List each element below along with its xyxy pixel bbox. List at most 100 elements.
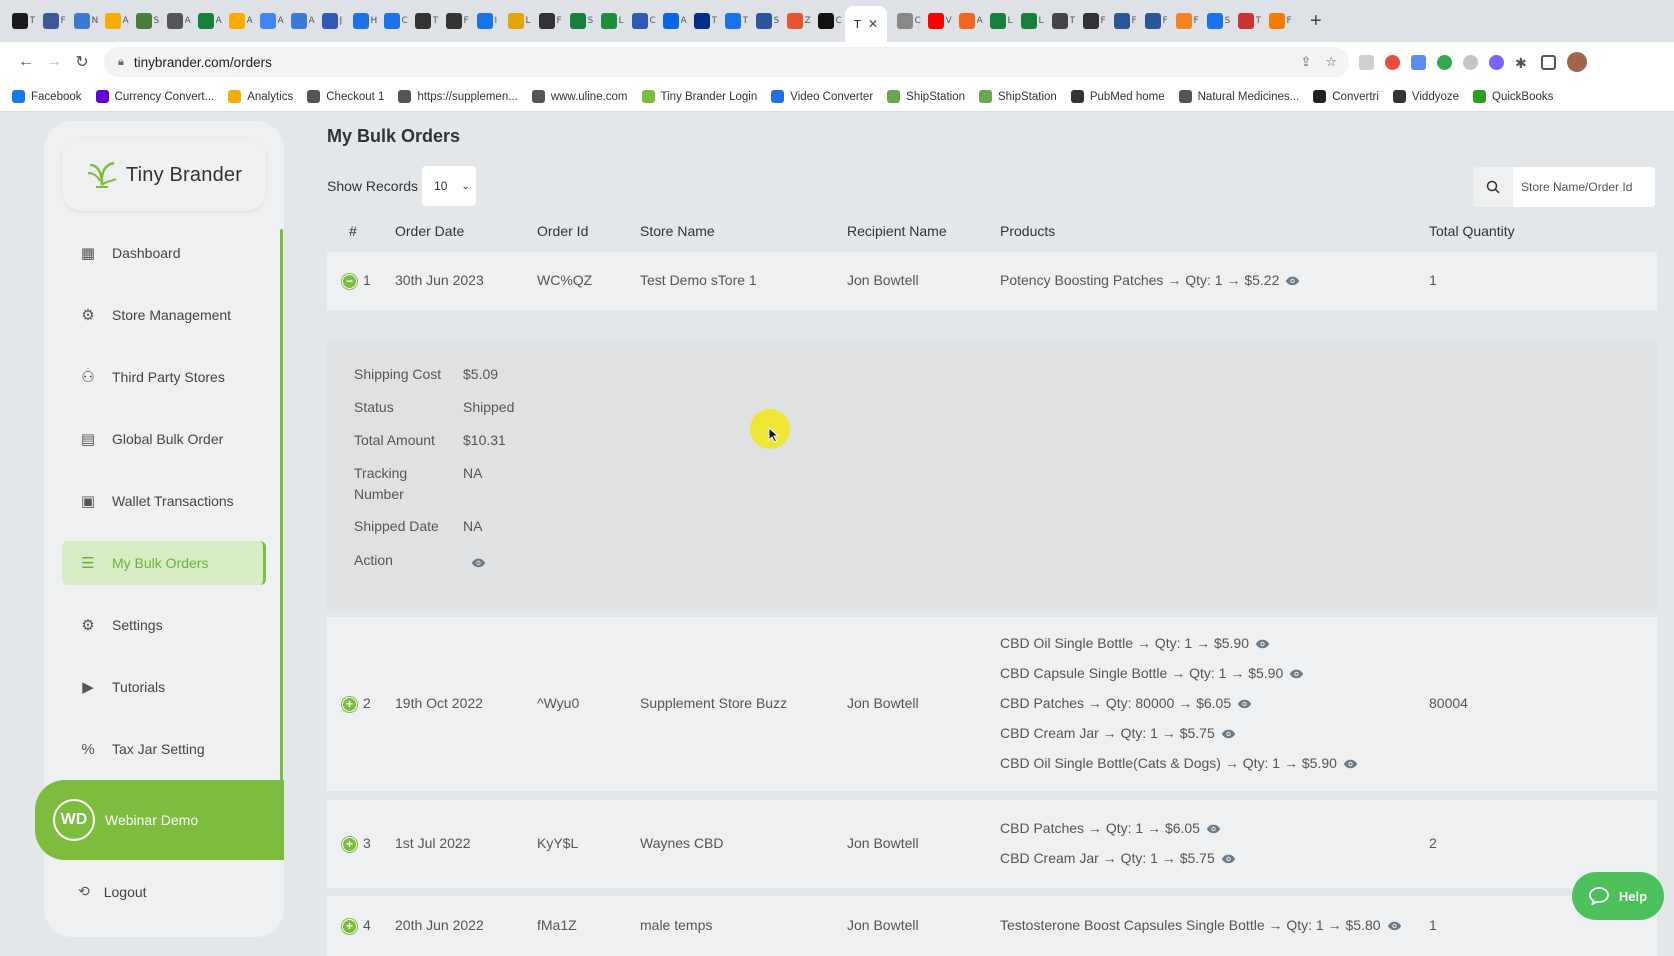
expand-row-icon[interactable]: + xyxy=(342,696,357,712)
browser-tab[interactable]: L xyxy=(1017,6,1048,36)
table-row[interactable]: −1 30th Jun 2023 WC%QZ Test Demo sTore 1 Jon… xyxy=(327,252,1657,310)
bookmark-item[interactable]: Video Converter xyxy=(771,90,873,103)
logout-button[interactable]: ⟲ Logout xyxy=(78,883,147,900)
extension-icon[interactable] xyxy=(1359,54,1374,70)
browser-tab[interactable]: A xyxy=(287,6,318,36)
table-row[interactable]: +3 1st Jul 2022 KyY$L Waynes CBD Jon Bowtell… xyxy=(327,800,1657,888)
logo[interactable]: Tiny Brander xyxy=(62,139,266,211)
bookmark-item[interactable]: Currency Convert... xyxy=(95,90,214,103)
sidebar-item-global-bulk-order[interactable]: ▤ Global Bulk Order xyxy=(62,417,266,461)
expand-row-icon[interactable]: + xyxy=(342,918,357,934)
bookmark-item[interactable]: ShipStation xyxy=(979,90,1057,103)
bookmark-item[interactable]: PubMed home xyxy=(1070,90,1165,103)
sidebar-scrollbar[interactable] xyxy=(280,229,283,787)
browser-tab[interactable]: C xyxy=(628,6,659,36)
browser-tab[interactable]: S xyxy=(752,6,783,36)
eye-icon[interactable] xyxy=(1387,918,1402,934)
browser-tab[interactable]: J xyxy=(318,6,349,36)
extension-icon[interactable] xyxy=(1437,54,1452,70)
browser-tab[interactable]: F xyxy=(39,6,70,36)
browser-tab[interactable]: S xyxy=(132,6,163,36)
bookmark-item[interactable]: www.uline.com xyxy=(531,90,628,103)
bookmark-item[interactable]: Checkout 1 xyxy=(307,90,384,103)
lock-icon[interactable]: 🔒︎ xyxy=(118,56,124,69)
active-tab[interactable]: T ✕ xyxy=(845,6,887,42)
browser-tab[interactable]: F xyxy=(1172,6,1203,36)
column-header[interactable]: Recipient Name xyxy=(847,223,947,239)
browser-tab[interactable]: L xyxy=(504,6,535,36)
collapse-row-icon[interactable]: − xyxy=(342,273,357,289)
url-field[interactable]: 🔒︎ tinybrander.com/orders ⇪ ☆ xyxy=(104,47,1349,77)
browser-tab[interactable]: I xyxy=(473,6,504,36)
extension-icon[interactable] xyxy=(1463,54,1478,70)
browser-tab[interactable]: T xyxy=(411,6,442,36)
new-tab-icon[interactable]: + xyxy=(1310,10,1322,33)
browser-tab[interactable]: N xyxy=(70,6,101,36)
help-button[interactable]: Help xyxy=(1572,872,1664,920)
browser-tab[interactable]: F xyxy=(535,6,566,36)
forward-icon[interactable]: → xyxy=(40,53,68,71)
browser-tab[interactable]: T xyxy=(721,6,752,36)
sidebar-item-dashboard[interactable]: ▦ Dashboard xyxy=(62,231,266,275)
sidebar-item-my-bulk-orders[interactable]: ☰ My Bulk Orders xyxy=(62,541,266,585)
sidebar-item-wallet-transactions[interactable]: ▣ Wallet Transactions xyxy=(62,479,266,523)
browser-tab[interactable]: F xyxy=(1141,6,1172,36)
browser-tab[interactable]: F xyxy=(1110,6,1141,36)
eye-icon[interactable] xyxy=(1285,273,1300,289)
bookmark-item[interactable]: ShipStation xyxy=(887,90,965,103)
bookmark-item[interactable]: Tiny Brander Login xyxy=(641,90,757,103)
browser-tab[interactable]: C xyxy=(814,6,845,36)
bookmark-star-icon[interactable]: ☆ xyxy=(1325,54,1337,70)
eye-icon[interactable] xyxy=(1289,666,1304,682)
user-card[interactable]: WD Webinar Demo xyxy=(35,780,284,860)
browser-tab[interactable]: A xyxy=(194,6,225,36)
browser-tab[interactable]: H xyxy=(349,6,380,36)
table-row[interactable]: +2 19th Oct 2022 ^Wyu0 Supplement Store Buz… xyxy=(327,617,1657,791)
column-header[interactable]: Products xyxy=(1000,223,1055,239)
browser-tab[interactable]: L xyxy=(986,6,1017,36)
records-per-page-select[interactable]: 10 ⌄ xyxy=(422,166,477,206)
extension-icon[interactable] xyxy=(1411,54,1426,70)
browser-tab[interactable]: Z xyxy=(783,6,814,36)
view-action-eye-icon[interactable] xyxy=(471,555,486,571)
extension-icon[interactable] xyxy=(1385,54,1400,70)
browser-tab[interactable]: T xyxy=(690,6,721,36)
extension-icon[interactable] xyxy=(1489,54,1504,70)
column-header[interactable]: Store Name xyxy=(640,223,715,239)
browser-tab[interactable]: A xyxy=(163,6,194,36)
expand-row-icon[interactable]: + xyxy=(342,836,357,852)
column-header[interactable]: Total Quantity xyxy=(1429,223,1515,239)
browser-tab[interactable]: C xyxy=(893,6,924,36)
sidebar-item-store-management[interactable]: ⚙︎ Store Management xyxy=(62,293,266,337)
sidebar-item-settings[interactable]: ⚙︎ Settings xyxy=(62,603,266,647)
bookmark-item[interactable]: Viddyoze xyxy=(1392,90,1459,103)
sidebar-item-third-party-stores[interactable]: ⚇ Third Party Stores xyxy=(62,355,266,399)
browser-tab[interactable]: A xyxy=(256,6,287,36)
sidebar-item-tax-jar-setting[interactable]: % Tax Jar Setting xyxy=(62,727,266,771)
browser-tab[interactable]: A xyxy=(101,6,132,36)
bookmark-item[interactable]: QuickBooks xyxy=(1473,90,1553,103)
browser-tab[interactable]: F xyxy=(1079,6,1110,36)
browser-tab[interactable]: T xyxy=(8,6,39,36)
back-icon[interactable]: ← xyxy=(12,53,40,71)
column-header[interactable]: Order Id xyxy=(537,223,588,239)
browser-tab[interactable]: T xyxy=(1234,6,1265,36)
bookmark-item[interactable]: Analytics xyxy=(228,90,293,103)
search-input[interactable] xyxy=(1513,167,1655,207)
search-icon[interactable] xyxy=(1473,167,1513,207)
bookmark-item[interactable]: https://supplemen... xyxy=(398,90,518,103)
profile-avatar[interactable] xyxy=(1567,52,1587,72)
eye-icon[interactable] xyxy=(1343,756,1358,772)
reload-icon[interactable]: ↻ xyxy=(68,52,96,72)
eye-icon[interactable] xyxy=(1206,821,1221,837)
browser-tab[interactable]: S xyxy=(1203,6,1234,36)
column-header[interactable]: Order Date xyxy=(395,223,464,239)
close-tab-icon[interactable]: ✕ xyxy=(868,17,878,31)
sidebar-item-tutorials[interactable]: ▶ Tutorials xyxy=(62,665,266,709)
eye-icon[interactable] xyxy=(1221,851,1236,867)
bookmark-item[interactable]: Facebook xyxy=(12,90,82,103)
browser-tab[interactable]: S xyxy=(566,6,597,36)
puzzle-icon[interactable]: ✱ xyxy=(1515,55,1530,71)
browser-tab[interactable]: V xyxy=(924,6,955,36)
browser-tab[interactable]: L xyxy=(597,6,628,36)
